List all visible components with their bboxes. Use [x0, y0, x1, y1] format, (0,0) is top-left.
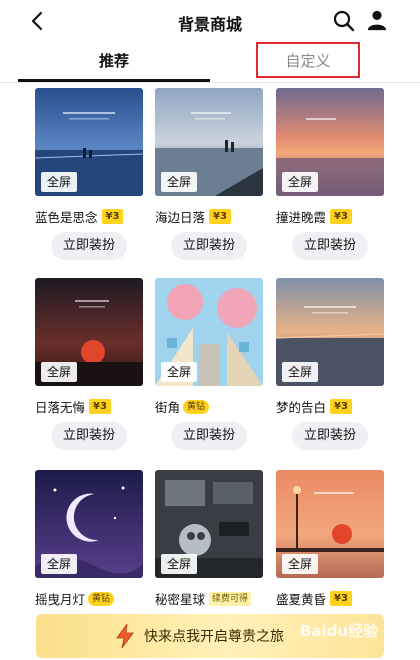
apply-button[interactable]: 立即装扮 [292, 422, 368, 450]
background-thumbnail[interactable]: 全屏 [155, 278, 263, 386]
fullscreen-label: 全屏 [282, 554, 319, 574]
tab-bar: 推荐 自定义 [0, 42, 420, 83]
background-thumbnail[interactable]: 全屏 [155, 88, 263, 196]
price-badge: ¥3 [101, 209, 124, 224]
fullscreen-label: 全屏 [41, 362, 78, 382]
fullscreen-label: 全屏 [41, 172, 78, 192]
background-thumbnail[interactable]: 全屏 [155, 470, 263, 578]
price-badge: ¥3 [330, 591, 352, 606]
baidu-watermark: Baidu经验 [300, 622, 379, 640]
lightning-icon [116, 624, 134, 648]
user-icon[interactable] [366, 9, 388, 31]
price-badge: ¥3 [89, 399, 111, 414]
page-title: 背景商城 [177, 15, 242, 34]
item-name: 摇曳月灯 [35, 592, 86, 607]
item-name: 海边日落 [155, 210, 206, 225]
item-name: 盛夏黄昏 [276, 592, 327, 607]
tab-custom[interactable]: 自定义 [256, 42, 360, 78]
renewal-badge: 续费可得 [209, 591, 252, 606]
item-name: 街角 [155, 400, 181, 415]
apply-button[interactable]: 立即装扮 [51, 232, 127, 260]
item-name: 日落无悔 [35, 400, 86, 415]
item-name: 梦的告白 [276, 400, 327, 415]
tab-divider [0, 82, 420, 83]
search-icon[interactable] [332, 9, 356, 33]
fullscreen-label: 全屏 [41, 554, 78, 574]
yellow-diamond-badge: 黄钻 [88, 591, 115, 606]
apply-button[interactable]: 立即装扮 [51, 422, 127, 450]
tab-recommended[interactable]: 推荐 [18, 42, 210, 80]
background-thumbnail[interactable]: 全屏 [35, 278, 143, 386]
vip-banner-text: 快来点我开启尊贵之旅 [144, 629, 284, 645]
fullscreen-label: 全屏 [161, 362, 198, 382]
item-name: 撞进晚霞 [276, 210, 327, 225]
fullscreen-label: 全屏 [282, 362, 319, 382]
apply-button[interactable]: 立即装扮 [171, 422, 247, 450]
fullscreen-label: 全屏 [161, 554, 198, 574]
price-badge: ¥3 [209, 209, 231, 224]
item-name: 秘密星球 [155, 592, 206, 607]
background-thumbnail[interactable]: 全屏 [35, 88, 143, 196]
apply-button[interactable]: 立即装扮 [171, 232, 247, 260]
price-badge: ¥3 [330, 209, 352, 224]
background-thumbnail[interactable]: 全屏 [35, 470, 143, 578]
fullscreen-label: 全屏 [161, 172, 198, 192]
fullscreen-label: 全屏 [282, 172, 319, 192]
apply-button[interactable]: 立即装扮 [292, 232, 368, 260]
yellow-diamond-badge: 黄钻 [183, 399, 210, 414]
price-badge: ¥3 [330, 399, 352, 414]
background-thumbnail[interactable]: 全屏 [276, 470, 384, 578]
top-bar: 背景商城 [0, 0, 420, 42]
background-thumbnail[interactable]: 全屏 [276, 278, 384, 386]
background-thumbnail[interactable]: 全屏 [276, 88, 384, 196]
item-name: 蓝色是思念 [35, 210, 98, 225]
